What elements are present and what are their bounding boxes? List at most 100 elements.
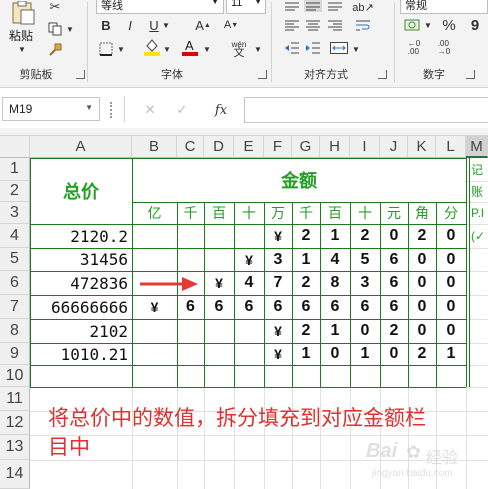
- amount-digit-cell[interactable]: 1: [292, 248, 320, 271]
- increase-indent-icon[interactable]: [304, 40, 322, 56]
- row-header-14[interactable]: 14: [0, 460, 30, 489]
- amount-digit-cell[interactable]: 6: [380, 295, 408, 319]
- row-header-2[interactable]: 2: [0, 181, 30, 202]
- row-header-10[interactable]: 10: [0, 365, 30, 387]
- amount-digit-cell[interactable]: 6: [177, 295, 204, 319]
- row-header-4[interactable]: 4: [0, 224, 30, 248]
- amount-digit-cell[interactable]: [204, 319, 234, 343]
- amount-digit-cell[interactable]: 2: [292, 271, 320, 295]
- amount-digit-cell[interactable]: 0: [408, 319, 436, 343]
- amount-digit-cell[interactable]: 4: [234, 271, 264, 295]
- unit-header-5[interactable]: 万: [264, 202, 292, 224]
- decrease-font-button[interactable]: A ▼: [222, 16, 240, 34]
- amount-digit-cell[interactable]: 0: [350, 319, 380, 343]
- amount-digit-cell[interactable]: 0: [408, 248, 436, 271]
- amount-digit-cell[interactable]: 4: [320, 248, 350, 271]
- column-header-j[interactable]: J: [380, 136, 408, 158]
- unit-header-3[interactable]: 百: [204, 202, 234, 224]
- accounting-format-icon[interactable]: [402, 16, 422, 34]
- amount-digit-cell[interactable]: 7: [264, 271, 292, 295]
- amount-digit-cell[interactable]: 6: [264, 295, 292, 319]
- price-cell[interactable]: 472836: [30, 271, 132, 295]
- paste-icon[interactable]: [8, 0, 38, 26]
- amount-digit-cell[interactable]: 1: [350, 343, 380, 365]
- unit-header-8[interactable]: 十: [350, 202, 380, 224]
- cancel-button[interactable]: ✕: [140, 100, 160, 120]
- font-size-select[interactable]: 11 ▼: [226, 0, 266, 14]
- top-align-icon[interactable]: [283, 0, 301, 12]
- amount-digit-cell[interactable]: [204, 248, 234, 271]
- unit-header-10[interactable]: 角: [408, 202, 436, 224]
- column-header-b[interactable]: B: [132, 136, 177, 158]
- amount-digit-cell[interactable]: 2: [408, 224, 436, 248]
- orientation-icon[interactable]: ab↗: [352, 0, 374, 14]
- row-header-3[interactable]: 3: [0, 202, 30, 224]
- format-painter-icon[interactable]: [46, 41, 64, 59]
- decrease-indent-icon[interactable]: [283, 40, 301, 56]
- underline-dropdown-icon[interactable]: ▼: [162, 20, 170, 30]
- column-header-e[interactable]: E: [234, 136, 264, 158]
- italic-button[interactable]: I: [122, 16, 138, 34]
- row-header-13[interactable]: 13: [0, 435, 30, 460]
- column-header-c[interactable]: C: [177, 136, 204, 158]
- row-header-1[interactable]: 1: [0, 158, 30, 181]
- price-cell[interactable]: 66666666: [30, 295, 132, 319]
- amount-digit-cell[interactable]: 1: [320, 224, 350, 248]
- unit-header-4[interactable]: 十: [234, 202, 264, 224]
- number-format-select[interactable]: 常规: [400, 0, 488, 14]
- column-header-d[interactable]: D: [204, 136, 234, 158]
- percent-style-button[interactable]: %: [440, 16, 458, 34]
- clipboard-launcher-icon[interactable]: [76, 70, 85, 79]
- align-right-icon[interactable]: [326, 18, 344, 34]
- column-header-f[interactable]: F: [264, 136, 292, 158]
- phonetic-guide-button[interactable]: wén 文: [226, 38, 252, 60]
- bold-button[interactable]: B: [98, 16, 114, 34]
- amount-digit-cell[interactable]: [204, 343, 234, 365]
- font-launcher-icon[interactable]: [258, 70, 267, 79]
- unit-header-2[interactable]: 千: [177, 202, 204, 224]
- amount-digit-cell[interactable]: 0: [320, 343, 350, 365]
- fill-color-icon[interactable]: [142, 36, 162, 58]
- amount-digit-cell[interactable]: 2: [408, 343, 436, 365]
- amount-digit-cell[interactable]: 5: [350, 248, 380, 271]
- amount-digit-cell[interactable]: 1: [436, 343, 466, 365]
- unit-header-9[interactable]: 元: [380, 202, 408, 224]
- wrap-text-icon[interactable]: [354, 18, 372, 34]
- row-header-12[interactable]: 12: [0, 411, 30, 435]
- align-center-icon[interactable]: [304, 18, 322, 34]
- phonetic-dropdown-icon[interactable]: ▼: [254, 44, 262, 54]
- merge-cells-icon[interactable]: [328, 40, 350, 56]
- column-header-k[interactable]: K: [408, 136, 436, 158]
- yen-symbol-cell[interactable]: ¥: [204, 271, 234, 295]
- amount-digit-cell[interactable]: 6: [350, 295, 380, 319]
- price-cell[interactable]: 2102: [30, 319, 132, 343]
- m-column-text[interactable]: P.I: [471, 202, 488, 224]
- amount-digit-cell[interactable]: [177, 248, 204, 271]
- amount-digit-cell[interactable]: 0: [408, 271, 436, 295]
- borders-dropdown-icon[interactable]: ▼: [117, 44, 125, 54]
- amount-digit-cell[interactable]: 3: [350, 271, 380, 295]
- unit-header-7[interactable]: 百: [320, 202, 350, 224]
- comma-style-button[interactable]: 9: [466, 16, 484, 34]
- underline-button[interactable]: U: [146, 16, 162, 34]
- amount-digit-cell[interactable]: 2: [380, 319, 408, 343]
- total-price-header[interactable]: 总价: [30, 158, 132, 224]
- select-all-corner[interactable]: [0, 136, 30, 158]
- amount-digit-cell[interactable]: [132, 224, 177, 248]
- merge-dropdown-icon[interactable]: ▼: [352, 44, 360, 54]
- amount-digit-cell[interactable]: [234, 343, 264, 365]
- yen-symbol-cell[interactable]: ¥: [264, 319, 292, 343]
- amount-digit-cell[interactable]: 0: [436, 271, 466, 295]
- amount-digit-cell[interactable]: 0: [436, 248, 466, 271]
- unit-header-1[interactable]: 亿: [132, 202, 177, 224]
- amount-digit-cell[interactable]: 0: [380, 343, 408, 365]
- price-cell[interactable]: 2120.2: [30, 224, 132, 248]
- amount-digit-cell[interactable]: 0: [380, 224, 408, 248]
- amount-digit-cell[interactable]: 0: [436, 224, 466, 248]
- column-header-l[interactable]: L: [436, 136, 466, 158]
- amount-digit-cell[interactable]: 1: [292, 343, 320, 365]
- amount-digit-cell[interactable]: [177, 343, 204, 365]
- amount-digit-cell[interactable]: [132, 248, 177, 271]
- amount-digit-cell[interactable]: 6: [380, 248, 408, 271]
- increase-decimal-icon[interactable]: ←0.00: [402, 40, 426, 56]
